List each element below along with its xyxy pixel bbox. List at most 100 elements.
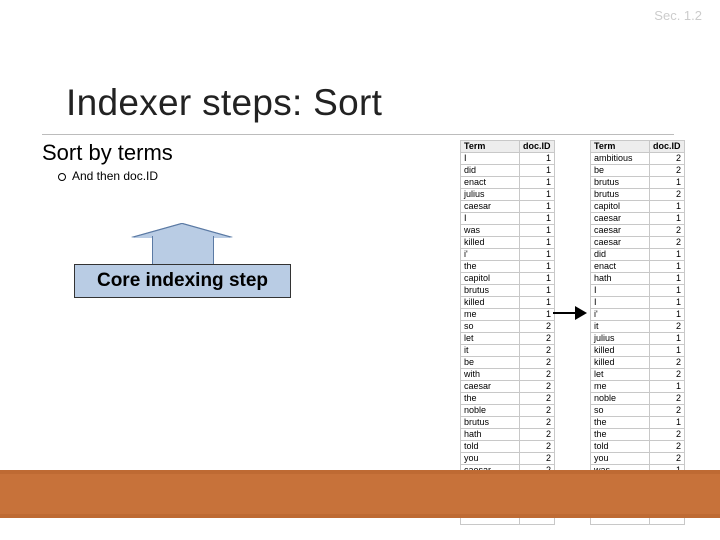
cell-term: let <box>461 333 520 345</box>
cell-term: you <box>461 453 520 465</box>
bullet-level1: Sort by terms <box>42 140 173 166</box>
table-row: it2 <box>461 345 555 357</box>
cell-docid: 2 <box>650 429 685 441</box>
cell-term: I <box>461 213 520 225</box>
cell-docid: 1 <box>650 285 685 297</box>
cell-term: I <box>591 285 650 297</box>
cell-docid: 2 <box>650 165 685 177</box>
cell-term: hath <box>591 273 650 285</box>
cell-docid: 1 <box>520 201 555 213</box>
table-row: I1 <box>591 285 685 297</box>
table-row: brutus1 <box>591 177 685 189</box>
table-row: capitol1 <box>591 201 685 213</box>
cell-term: brutus <box>591 189 650 201</box>
cell-docid: 2 <box>650 321 685 333</box>
cell-term: killed <box>591 345 650 357</box>
cell-term: me <box>591 381 650 393</box>
cell-docid: 2 <box>520 333 555 345</box>
cell-docid: 1 <box>650 381 685 393</box>
cell-docid: 2 <box>650 441 685 453</box>
cell-term: told <box>461 441 520 453</box>
table-row: brutus1 <box>461 285 555 297</box>
cell-docid: 1 <box>520 213 555 225</box>
cell-docid: 1 <box>520 273 555 285</box>
cell-docid: 2 <box>650 453 685 465</box>
cell-docid: 2 <box>520 345 555 357</box>
cell-docid: 2 <box>650 237 685 249</box>
table-row: the1 <box>591 417 685 429</box>
table-row: caesar1 <box>461 201 555 213</box>
up-arrow-icon <box>132 224 232 264</box>
cell-docid: 2 <box>650 405 685 417</box>
callout-core-step: Core indexing step <box>74 264 291 298</box>
cell-term: the <box>591 417 650 429</box>
table-row: caesar2 <box>591 225 685 237</box>
cell-term: capitol <box>591 201 650 213</box>
cell-term: i' <box>461 249 520 261</box>
cell-docid: 2 <box>650 369 685 381</box>
cell-term: noble <box>461 405 520 417</box>
table-row: killed1 <box>591 345 685 357</box>
table-row: enact1 <box>461 177 555 189</box>
cell-term: i' <box>591 309 650 321</box>
cell-docid: 1 <box>650 177 685 189</box>
table-row: you2 <box>591 453 685 465</box>
section-tag: Sec. 1.2 <box>654 8 702 23</box>
cell-docid: 2 <box>520 321 555 333</box>
cell-term: ambitious <box>591 153 650 165</box>
cell-docid: 1 <box>650 201 685 213</box>
cell-term: me <box>461 309 520 321</box>
cell-term: so <box>461 321 520 333</box>
cell-docid: 2 <box>520 417 555 429</box>
cell-docid: 2 <box>520 357 555 369</box>
table-row: let2 <box>591 369 685 381</box>
cell-docid: 2 <box>520 405 555 417</box>
bullet-level2: And then doc.ID <box>58 169 158 183</box>
cell-docid: 2 <box>650 357 685 369</box>
cell-docid: 1 <box>520 165 555 177</box>
table-row: caesar2 <box>591 237 685 249</box>
cell-term: I <box>461 153 520 165</box>
table-row: I1 <box>461 213 555 225</box>
cell-docid: 1 <box>520 309 555 321</box>
table-row: caesar2 <box>461 381 555 393</box>
table-row: killed2 <box>591 357 685 369</box>
col-docid: doc.ID <box>520 141 555 153</box>
cell-docid: 2 <box>650 153 685 165</box>
cell-term: the <box>591 429 650 441</box>
cell-docid: 2 <box>650 225 685 237</box>
cell-docid: 2 <box>520 381 555 393</box>
cell-docid: 1 <box>650 345 685 357</box>
table-row: caesar1 <box>591 213 685 225</box>
cell-docid: 1 <box>520 237 555 249</box>
cell-term: so <box>591 405 650 417</box>
cell-term: with <box>461 369 520 381</box>
table-row: noble2 <box>461 405 555 417</box>
cell-term: caesar <box>591 213 650 225</box>
table-row: ambitious2 <box>591 153 685 165</box>
table-row: so2 <box>461 321 555 333</box>
table-row: I1 <box>591 297 685 309</box>
cell-docid: 1 <box>650 213 685 225</box>
table-row: you2 <box>461 453 555 465</box>
cell-docid: 2 <box>650 189 685 201</box>
cell-docid: 1 <box>520 189 555 201</box>
cell-docid: 1 <box>650 297 685 309</box>
table-row: it2 <box>591 321 685 333</box>
table-row: be2 <box>461 357 555 369</box>
cell-docid: 1 <box>520 297 555 309</box>
table-row: was1 <box>461 225 555 237</box>
cell-term: I <box>591 297 650 309</box>
cell-term: julius <box>461 189 520 201</box>
cell-term: brutus <box>461 285 520 297</box>
cell-docid: 1 <box>650 261 685 273</box>
cell-docid: 1 <box>650 249 685 261</box>
cell-term: enact <box>591 261 650 273</box>
unsorted-table: Term doc.ID I1did1enact1julius1caesar1I1… <box>460 140 555 525</box>
table-row: killed1 <box>461 237 555 249</box>
table-row: i'1 <box>591 309 685 321</box>
cell-term: it <box>591 321 650 333</box>
cell-docid: 1 <box>650 333 685 345</box>
cell-docid: 2 <box>520 369 555 381</box>
cell-docid: 1 <box>650 273 685 285</box>
